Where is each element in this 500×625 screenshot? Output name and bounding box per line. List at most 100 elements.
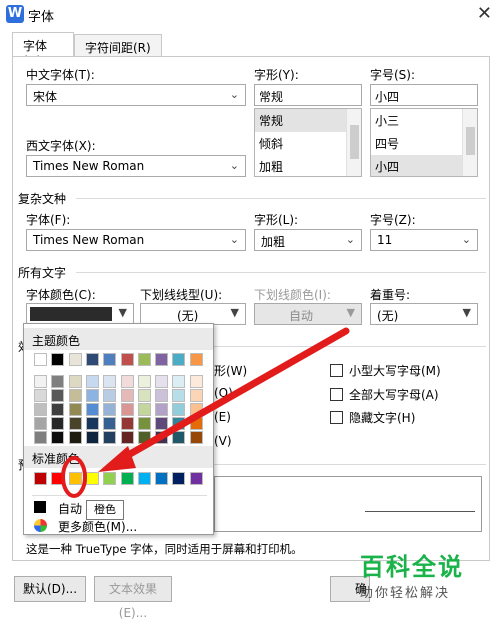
style-input[interactable]: 常规 (254, 84, 362, 106)
theme-shade-swatch[interactable] (103, 375, 116, 388)
theme-shade-swatch[interactable] (121, 403, 134, 416)
theme-shade-swatch[interactable] (172, 375, 185, 388)
theme-shade-swatch[interactable] (190, 389, 203, 402)
theme-shade-swatch[interactable] (121, 375, 134, 388)
hidden-text-checkbox[interactable] (330, 411, 343, 424)
theme-shade-swatch[interactable] (172, 403, 185, 416)
theme-shade-swatch[interactable] (155, 403, 168, 416)
font-color-combo[interactable]: ▼ (26, 303, 134, 325)
theme-color-swatch[interactable] (172, 353, 185, 366)
standard-color-swatch[interactable] (190, 472, 203, 485)
theme-shade-swatch[interactable] (190, 417, 203, 430)
theme-shade-swatch[interactable] (51, 375, 64, 388)
standard-color-swatch[interactable] (51, 472, 64, 485)
automatic-color-option[interactable]: 自动 (58, 500, 82, 517)
theme-shade-swatch[interactable] (155, 389, 168, 402)
theme-shade-swatch[interactable] (155, 431, 168, 444)
effect-option-fragment[interactable]: (E) (214, 410, 231, 424)
theme-color-swatch[interactable] (86, 353, 99, 366)
theme-shade-swatch[interactable] (121, 431, 134, 444)
close-icon[interactable]: ✕ (477, 3, 492, 24)
size-listbox[interactable]: 小三 四号 小四 (370, 108, 478, 177)
theme-shade-swatch[interactable] (103, 403, 116, 416)
theme-shade-swatch[interactable] (138, 431, 151, 444)
scrollbar[interactable] (462, 109, 477, 176)
scrollbar-thumb[interactable] (350, 125, 359, 159)
theme-shade-swatch[interactable] (190, 375, 203, 388)
theme-shade-swatch[interactable] (103, 431, 116, 444)
complex-font-combo[interactable]: Times New Roman ⌄ (26, 229, 246, 251)
default-button[interactable]: 默认(D)... (14, 576, 86, 602)
standard-color-swatch[interactable] (34, 472, 47, 485)
theme-shade-swatch[interactable] (34, 375, 47, 388)
standard-color-swatch[interactable] (155, 472, 168, 485)
emphasis-combo[interactable]: (无) ▼ (370, 303, 478, 325)
theme-shade-swatch[interactable] (138, 389, 151, 402)
theme-shade-swatch[interactable] (103, 389, 116, 402)
theme-shade-swatch[interactable] (103, 417, 116, 430)
standard-color-swatch[interactable] (121, 472, 134, 485)
effect-option-fragment[interactable]: (O) (214, 386, 233, 400)
theme-shade-swatch[interactable] (190, 403, 203, 416)
theme-color-swatch[interactable] (103, 353, 116, 366)
all-caps-label[interactable]: 全部大写字母(A) (349, 386, 439, 403)
theme-shade-swatch[interactable] (51, 403, 64, 416)
scrollbar[interactable] (346, 109, 361, 176)
theme-shade-swatch[interactable] (86, 431, 99, 444)
theme-shade-swatch[interactable] (86, 375, 99, 388)
theme-shade-swatch[interactable] (51, 417, 64, 430)
underline-type-combo[interactable]: (无) ▼ (140, 303, 246, 325)
standard-color-swatch[interactable] (86, 472, 99, 485)
hidden-text-label[interactable]: 隐藏文字(H) (349, 409, 415, 426)
tab-character-spacing[interactable]: 字符间距(R) (74, 34, 162, 57)
theme-shade-swatch[interactable] (69, 417, 82, 430)
effect-option-fragment[interactable]: 形(W) (214, 362, 247, 379)
theme-shade-swatch[interactable] (34, 389, 47, 402)
style-listbox[interactable]: 常规 倾斜 加粗 (254, 108, 362, 177)
theme-shade-swatch[interactable] (51, 431, 64, 444)
theme-shade-swatch[interactable] (86, 417, 99, 430)
complex-style-combo[interactable]: 加粗 ⌄ (254, 229, 362, 251)
theme-color-swatch[interactable] (155, 353, 168, 366)
theme-shade-swatch[interactable] (34, 403, 47, 416)
theme-shade-swatch[interactable] (86, 389, 99, 402)
theme-shade-swatch[interactable] (51, 389, 64, 402)
theme-shade-swatch[interactable] (138, 375, 151, 388)
tab-font[interactable]: 字体(N) (12, 32, 74, 68)
more-colors-option[interactable]: 更多颜色(M)... (58, 518, 137, 535)
theme-color-swatch[interactable] (121, 353, 134, 366)
theme-color-swatch[interactable] (51, 353, 64, 366)
effect-option-fragment[interactable]: (V) (214, 434, 232, 448)
theme-shade-swatch[interactable] (155, 417, 168, 430)
theme-shade-swatch[interactable] (69, 403, 82, 416)
theme-shade-swatch[interactable] (69, 375, 82, 388)
theme-shade-swatch[interactable] (86, 403, 99, 416)
size-input[interactable]: 小四 (370, 84, 478, 106)
theme-shade-swatch[interactable] (34, 431, 47, 444)
theme-shade-swatch[interactable] (138, 403, 151, 416)
theme-shade-swatch[interactable] (155, 375, 168, 388)
theme-shade-swatch[interactable] (172, 417, 185, 430)
theme-shade-swatch[interactable] (172, 389, 185, 402)
theme-color-swatch[interactable] (34, 353, 47, 366)
theme-shade-swatch[interactable] (121, 417, 134, 430)
theme-color-swatch[interactable] (138, 353, 151, 366)
theme-shade-swatch[interactable] (69, 389, 82, 402)
theme-shade-swatch[interactable] (172, 431, 185, 444)
chinese-font-combo[interactable]: 宋体 ⌄ (26, 84, 246, 106)
western-font-combo[interactable]: Times New Roman ⌄ (26, 155, 246, 177)
standard-color-swatch[interactable] (172, 472, 185, 485)
theme-shade-swatch[interactable] (69, 431, 82, 444)
theme-color-swatch[interactable] (69, 353, 82, 366)
text-effects-button[interactable]: 文本效果(E)... (94, 576, 172, 620)
standard-color-swatch[interactable] (103, 472, 116, 485)
standard-color-swatch[interactable] (138, 472, 151, 485)
standard-color-swatch[interactable] (69, 472, 82, 485)
small-caps-label[interactable]: 小型大写字母(M) (349, 362, 441, 379)
small-caps-checkbox[interactable] (330, 364, 343, 377)
complex-size-combo[interactable]: 11 ⌄ (370, 229, 478, 251)
theme-shade-swatch[interactable] (190, 431, 203, 444)
theme-shade-swatch[interactable] (138, 417, 151, 430)
theme-shade-swatch[interactable] (121, 389, 134, 402)
theme-color-swatch[interactable] (190, 353, 203, 366)
